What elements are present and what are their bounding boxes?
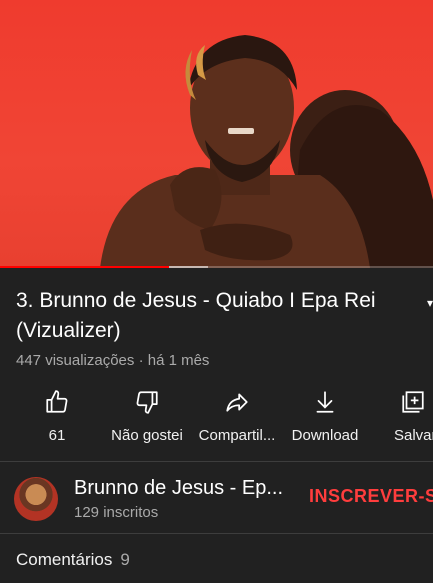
subscribe-button[interactable]: INSCREVER-SE: [309, 486, 433, 507]
download-icon: [316, 391, 334, 413]
video-meta: 447 visualizações · há 1 mês: [16, 352, 210, 369]
dislike-label: Não gostei: [111, 427, 183, 444]
progress-played: [0, 266, 169, 268]
like-button[interactable]: 61: [22, 385, 92, 455]
channel-name[interactable]: Brunno de Jesus - Ep...: [74, 477, 283, 500]
add-to-playlist-icon: [402, 391, 424, 413]
save-button[interactable]: Salvar: [384, 385, 433, 455]
dislike-button[interactable]: Não gostei: [104, 385, 190, 455]
thumbs-down-icon: [136, 391, 158, 414]
video-frame-illustration: [100, 35, 433, 268]
video-progress-bar[interactable]: [0, 266, 433, 268]
expand-description-icon[interactable]: ▾: [427, 296, 433, 310]
thumbs-up-icon: [46, 390, 68, 413]
video-player[interactable]: [0, 0, 433, 268]
divider: [0, 533, 433, 534]
like-count: 61: [48, 427, 66, 444]
channel-row[interactable]: Brunno de Jesus - Ep... 129 inscritos IN…: [0, 462, 433, 532]
download-button[interactable]: Download: [286, 385, 364, 455]
channel-avatar[interactable]: [14, 477, 58, 521]
share-button[interactable]: Compartil...: [194, 385, 280, 455]
comments-section[interactable]: Comentários 9: [16, 550, 130, 570]
comments-count: 9: [120, 550, 130, 569]
save-label: Salvar: [394, 427, 433, 444]
share-label: Compartil...: [198, 427, 276, 444]
video-title[interactable]: 3. Brunno de Jesus - Quiabo I Epa Rei (V…: [16, 286, 426, 346]
action-bar: 61 Não gostei Compartil... Download Salv…: [0, 385, 433, 455]
download-label: Download: [291, 427, 359, 444]
comments-label: Comentários: [16, 550, 113, 569]
subscriber-count: 129 inscritos: [74, 504, 159, 521]
share-icon: [226, 393, 248, 412]
progress-buffered: [168, 266, 208, 268]
